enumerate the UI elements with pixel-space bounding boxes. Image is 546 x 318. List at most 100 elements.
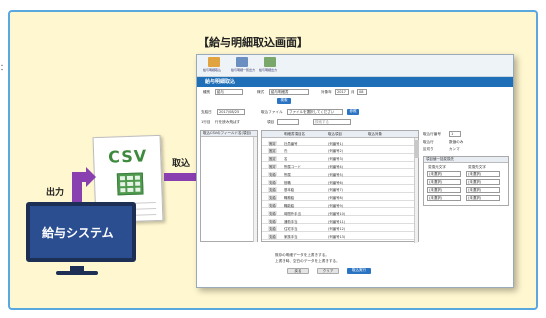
month-select[interactable]: 08 — [357, 89, 367, 95]
monitor-icon: 給与システム — [26, 202, 136, 262]
item-name: 家族手当 — [284, 235, 298, 240]
conversion-panel: 項目値一括変換先 変換元文字 変換先文字 (未選択) (未選択) (未選択) (未選択… — [423, 156, 509, 206]
nengetsu-label: 対象年 — [321, 90, 332, 94]
table-row[interactable]: 支給 時間外手当 (列番号10) — [262, 209, 418, 217]
item-name: 住宅手当 — [284, 227, 298, 232]
row-number-label: 取込行番号 — [423, 132, 441, 136]
output-label: 出力 — [46, 188, 65, 198]
convert-from-select[interactable]: (未選択) — [427, 179, 461, 185]
toolbar-button-list-export[interactable]: 給与明細一覧出力 — [231, 57, 255, 75]
row-tag: 支給 — [268, 234, 277, 240]
date-input[interactable]: 2017/08/25 — [217, 109, 245, 115]
convert-to-select[interactable]: (未選択) — [466, 187, 500, 193]
source-column: (列番号13) — [328, 235, 346, 240]
item-name: 時間外手当 — [284, 211, 301, 216]
column-header: 変換先文字 — [468, 165, 486, 169]
table-row[interactable]: 支給 役職 (列番号6) — [262, 178, 418, 185]
item-name: 所属コード — [284, 164, 301, 169]
column-header: 取込対象 — [368, 132, 382, 136]
clear-button[interactable]: クリア — [317, 268, 339, 274]
source-column: (列番号9) — [328, 203, 343, 208]
item-name: 職務給 — [284, 196, 295, 201]
table-row[interactable]: 固定 氏 (列番号2) — [262, 147, 418, 154]
browse-button[interactable]: 参照 — [347, 109, 359, 115]
printer-icon — [264, 57, 276, 67]
column-header: 取込項目 — [328, 132, 342, 136]
sentaku-select[interactable]: 給与明細書 — [269, 89, 309, 95]
monitor-base — [56, 271, 98, 275]
item-select[interactable] — [277, 119, 299, 125]
scrollbar[interactable] — [253, 137, 257, 242]
item-name: 所属 — [284, 172, 291, 177]
import-label: 取込 — [172, 159, 191, 169]
file-label: 取込ファイル — [261, 110, 283, 114]
toolbar-label: 給与明細取込 — [203, 68, 222, 72]
skip-header-checkbox[interactable]: 行を読み飛ばす — [215, 120, 240, 125]
csv-field-panel-header: 取込CSVのフィールド名(項目) — [201, 131, 257, 137]
page-title: 【給与明細取込画面】 — [198, 36, 308, 49]
column-header: 変換元文字 — [428, 165, 446, 169]
source-column: (列番号1) — [328, 141, 343, 146]
table-row[interactable]: 支給 住宅手当 (列番号12) — [262, 225, 418, 232]
search-button[interactable]: 検索 — [277, 98, 291, 104]
table-row[interactable]: 固定 所属コード (列番号4) — [262, 162, 418, 170]
convert-from-select[interactable]: (未選択) — [427, 187, 461, 193]
convert-to-select[interactable]: (未選択) — [466, 179, 500, 185]
convert-to-select[interactable]: (未選択) — [466, 171, 500, 177]
csv-label: CSV — [107, 146, 148, 167]
system-label: 給与システム — [42, 226, 114, 240]
numeric-only-checkbox[interactable]: 数値のみ — [449, 140, 463, 145]
row-number-select[interactable]: 1 — [449, 131, 461, 137]
item-search-input[interactable]: 検索する — [313, 119, 351, 125]
row-tag: 支給 — [268, 187, 277, 193]
scrollbar[interactable] — [414, 138, 419, 243]
table-row[interactable]: 固定 社員番号 (列番号1) — [262, 139, 418, 146]
row-tag: 固定 — [268, 163, 277, 169]
import-execute-button[interactable]: 取込実行 — [347, 268, 371, 274]
table-row[interactable]: 固定 名 (列番号3) — [262, 155, 418, 162]
table-row[interactable]: 支給 家族手当 (列番号13) — [262, 233, 418, 240]
sentaku-label: 様式 — [257, 90, 265, 94]
table-row[interactable]: 支給 職務給 (列番号8) — [262, 194, 418, 201]
toolbar-label: 給与明細一覧出力 — [231, 68, 256, 72]
row-tag: 支給 — [268, 210, 277, 216]
table-row[interactable]: 支給 所属 (列番号5) — [262, 170, 418, 178]
header-row-label: 1行目 — [201, 120, 211, 124]
source-column: (列番号11) — [328, 219, 346, 224]
source-column: (列番号8) — [328, 196, 343, 201]
source-column: (列番号12) — [328, 227, 346, 232]
item-name: 通勤手当 — [284, 219, 298, 224]
table-row[interactable]: 支給 職能給 (列番号9) — [262, 201, 418, 209]
scrollbar-thumb[interactable] — [415, 140, 419, 158]
row-tag: 固定 — [268, 156, 277, 162]
convert-from-select[interactable]: (未選択) — [427, 171, 461, 177]
convert-from-select[interactable]: (未選択) — [427, 195, 461, 201]
table-row[interactable]: 支給 基本給 (列番号7) — [262, 186, 418, 193]
row-tag: 固定 — [268, 148, 277, 154]
stray-text: ： — [0, 63, 8, 72]
toolbar-button-export[interactable]: 給与明細出力 — [259, 57, 281, 75]
table-row[interactable]: 支給 通勤手当 (列番号11) — [262, 217, 418, 224]
toolbar-button-import[interactable]: 給与明細取込 — [203, 57, 225, 75]
spreadsheet-icon — [116, 172, 144, 196]
row-tag: 支給 — [268, 179, 277, 185]
source-column: (列番号4) — [328, 164, 343, 169]
source-column: (列番号6) — [328, 180, 343, 185]
file-input[interactable]: ファイルを選択してください — [287, 109, 343, 115]
comma-checkbox[interactable]: カンマ — [449, 147, 460, 152]
kubun-select[interactable]: 給与 — [215, 89, 243, 95]
overwrite-blank-checkbox[interactable]: 上書き時、空白のデータを上書きする。 — [275, 259, 340, 264]
overwrite-checkbox[interactable]: 既存の明細データを上書きする。 — [275, 253, 329, 258]
row-type-label: 取込行 — [423, 140, 434, 144]
csv-field-panel: 取込CSVのフィールド名(項目) — [200, 130, 258, 242]
toolbar: 給与明細取込 給与明細一覧出力 給与明細出力 — [197, 55, 513, 77]
convert-to-select[interactable]: (未選択) — [466, 195, 500, 201]
back-button[interactable]: 戻る — [287, 268, 309, 274]
year-select[interactable]: 2017 — [335, 89, 349, 95]
item-name: 名 — [284, 157, 288, 162]
month-label: 月 — [351, 90, 355, 94]
source-column: (列番号2) — [328, 149, 343, 154]
screen-title: 給与明細取込 — [205, 79, 236, 85]
row-tag: 支給 — [268, 226, 277, 232]
row-tag: 支給 — [268, 171, 277, 177]
